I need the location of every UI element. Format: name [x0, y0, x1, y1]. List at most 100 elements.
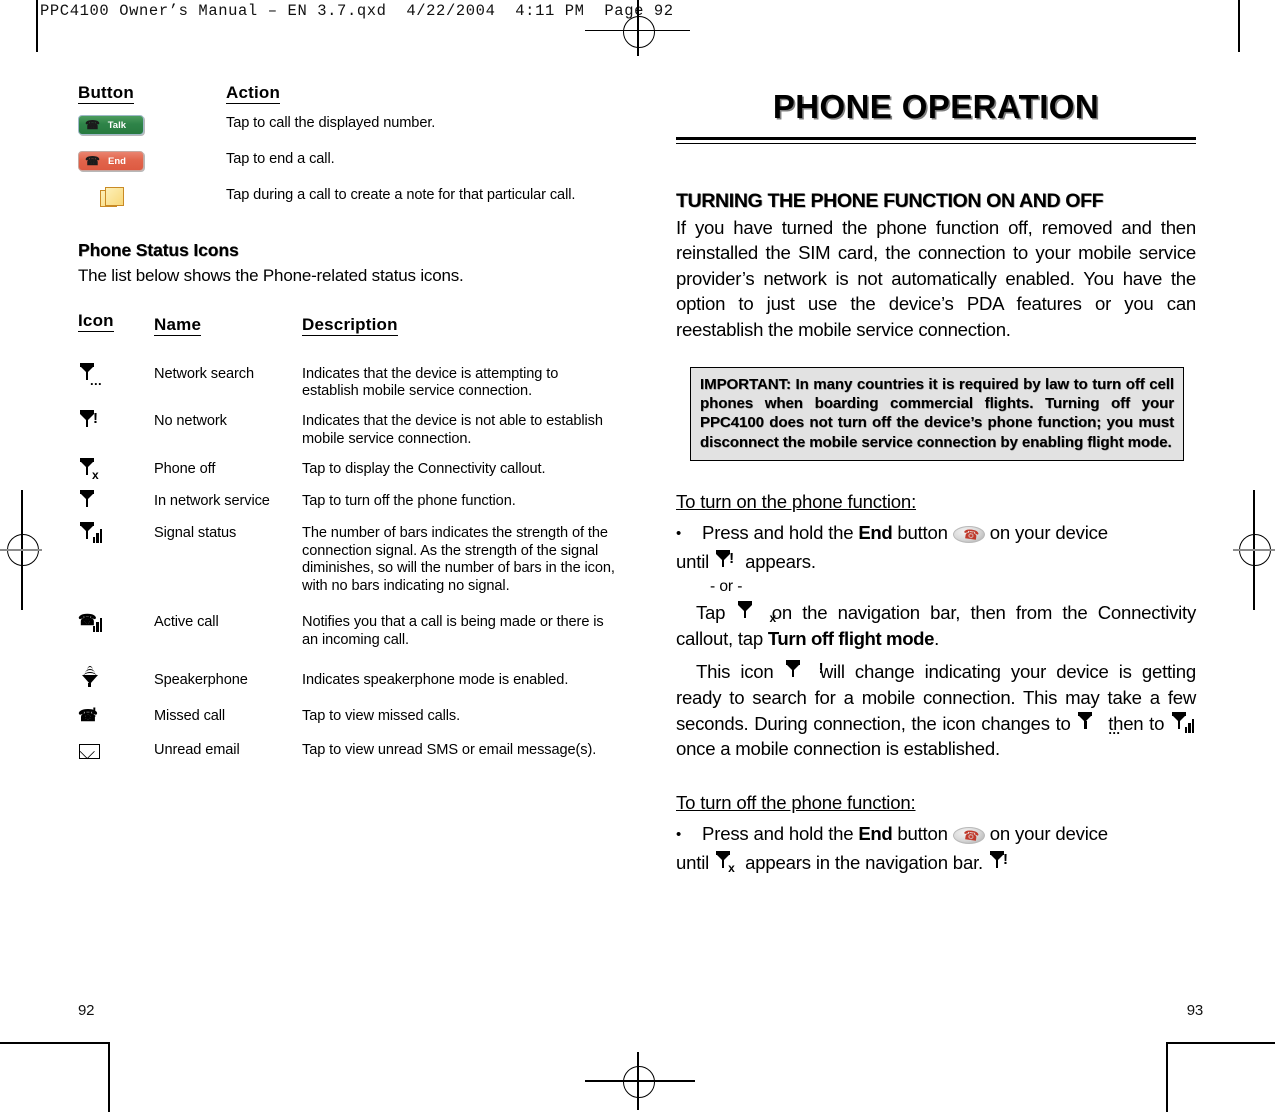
- turn-on-result-pre: This icon: [696, 661, 774, 683]
- turn-off-bullet-pre: Press and hold the: [702, 822, 854, 844]
- antenna-dots-icon: ...: [78, 362, 104, 387]
- talk-button-icon[interactable]: ☎ Talk: [78, 114, 144, 135]
- unread-email-icon: [78, 740, 104, 764]
- talk-action-text: Tap to call the displayed number.: [226, 114, 436, 131]
- phone-status-icons-lead: The list below shows the Phone-related s…: [78, 265, 464, 285]
- table-row: ☎ ! Missed call Tap to view missed calls…: [78, 692, 618, 728]
- turn-on-bullet: • Press and hold the End button on your d…: [676, 519, 1196, 548]
- turn-on-heading: To turn on the phone function:: [676, 491, 917, 513]
- handset-icon: ☎: [85, 153, 100, 168]
- end-key-icon: [952, 826, 985, 844]
- phone-status-icons-heading: Phone Status Icons: [78, 239, 239, 260]
- status-icon-name: No network: [154, 413, 227, 430]
- turn-on-result-paragraph: This icon ! will change indicating your …: [676, 659, 1196, 761]
- missed-call-icon: ☎ !: [78, 703, 98, 725]
- status-icon-description: Indicates that the device is attempting …: [302, 365, 559, 400]
- note-icon[interactable]: [100, 186, 124, 209]
- status-icon-name: Phone off: [154, 460, 216, 477]
- antenna-x-icon: x: [736, 600, 776, 624]
- antenna-exclamation-icon: !: [988, 850, 1014, 874]
- antenna-exclamation-icon: !: [714, 549, 740, 573]
- end-button-label: End: [108, 155, 126, 167]
- table-row: ... Network search Indicates that the de…: [78, 354, 618, 402]
- status-icon-description: Indicates that the device is not able to…: [302, 413, 603, 448]
- turn-on-result-end: once a mobile connection is established.: [676, 738, 1000, 760]
- button-action-table: Button Action ☎ Talk Tap to call the dis…: [78, 84, 618, 214]
- status-icon-description: Indicates speakerphone mode is enabled.: [302, 671, 569, 688]
- turn-on-until-post: appears.: [745, 551, 816, 573]
- important-note-box: IMPORTANT: In many countries it is requi…: [690, 366, 1184, 462]
- page-spread: Button Action ☎ Talk Tap to call the dis…: [0, 0, 1275, 1112]
- button-table-header-row: Button Action: [78, 84, 618, 104]
- important-note-text: IMPORTANT: In many countries it is requi…: [700, 375, 1174, 451]
- description-column-header: Description: [302, 314, 398, 336]
- table-row: x Phone off Tap to display the Connectiv…: [78, 449, 618, 481]
- end-key-icon: [952, 526, 985, 544]
- status-icon-name: Speakerphone: [154, 671, 248, 688]
- status-icon-name: Active call: [154, 614, 219, 631]
- status-icon-description: Notifies you that a call is being made o…: [302, 614, 604, 648]
- turn-off-until-line: until x appears in the navigation bar. !: [676, 849, 1196, 877]
- antenna-icon: [78, 489, 104, 513]
- status-icon-description: Tap to view unread SMS or email message(…: [302, 741, 597, 758]
- chapter-title: PHONE OPERATION: [772, 88, 1100, 125]
- turn-off-until-post: appears in the navigation bar.: [745, 851, 984, 873]
- turn-off-heading: To turn off the phone function:: [676, 791, 916, 813]
- turn-on-alt-paragraph: Tap x on the navigation bar, then from t…: [676, 600, 1196, 651]
- status-icon-name: Missed call: [154, 707, 226, 724]
- section-heading: TURNING THE PHONE FUNCTION ON AND OFF: [676, 189, 1104, 212]
- table-row: Signal status The number of bars indicat…: [78, 513, 618, 596]
- turn-on-alt-pre: Tap: [696, 602, 726, 624]
- end-action-text: Tap to end a call.: [226, 150, 335, 167]
- status-icon-description: Tap to display the Connectivity callout.: [302, 460, 546, 477]
- turn-off-bullet-mid: button: [897, 822, 948, 844]
- chapter-title-rule: [676, 137, 1196, 144]
- folio-left: 92: [78, 1002, 95, 1019]
- note-action-text: Tap during a call to create a note for t…: [226, 186, 576, 203]
- antenna-bars-icon: [78, 521, 104, 545]
- turn-on-result-changes-to: changes to: [981, 712, 1071, 734]
- icon-table-header-row: Icon Name Description: [78, 304, 618, 354]
- icon-column-header: Icon: [78, 310, 114, 332]
- name-column-header: Name: [154, 314, 202, 336]
- turn-off-bullet: • Press and hold the End button on your d…: [676, 820, 1196, 849]
- turn-on-bullet-pre: Press and hold the: [702, 522, 854, 544]
- handset-icon: ☎: [85, 117, 100, 132]
- antenna-x-icon: x: [78, 457, 104, 481]
- table-row: ☎ End Tap to end a call.: [78, 140, 618, 176]
- action-column-header: Action: [226, 83, 281, 104]
- turn-on-until-line: until ! appears.: [676, 548, 1196, 576]
- table-row: Tap during a call to create a note for t…: [78, 176, 618, 214]
- status-icon-name: Unread email: [154, 741, 240, 758]
- turn-on-bullet-post: on your device: [989, 522, 1108, 544]
- button-column-header: Button: [78, 83, 134, 104]
- intro-paragraph: If you have turned the phone function of…: [676, 216, 1196, 340]
- status-icon-description: Tap to view missed calls.: [302, 707, 461, 724]
- status-icon-description: The number of bars indicates the strengt…: [302, 524, 615, 595]
- talk-button-label: Talk: [107, 119, 126, 131]
- antenna-bars-icon: [1170, 711, 1196, 735]
- antenna-exclamation-icon: !: [78, 409, 104, 433]
- active-call-icon: ☎: [78, 610, 104, 634]
- status-icon-name: Network search: [154, 365, 254, 382]
- status-icon-name: Signal status: [154, 524, 237, 541]
- table-row: ☎ Talk Tap to call the displayed number.: [78, 104, 618, 140]
- turn-on-bullet-mid: button: [897, 522, 948, 544]
- turn-off-bullet-post: on your device: [989, 822, 1108, 844]
- table-row: ! No network Indicates that the device i…: [78, 401, 618, 449]
- turn-on-until-pre: until: [676, 551, 710, 573]
- antenna-dots-icon: ...: [1076, 711, 1120, 736]
- table-row: Speakerphone Indicates speakerphone mode…: [78, 650, 618, 692]
- table-row: In network service Tap to turn off the p…: [78, 481, 618, 513]
- left-page-column: Button Action ☎ Talk Tap to call the dis…: [78, 84, 618, 764]
- bullet-dot: •: [676, 525, 682, 543]
- antenna-exclamation-icon: !: [784, 659, 824, 683]
- bullet-dot: •: [676, 825, 682, 843]
- end-keyword: End: [858, 822, 893, 844]
- table-row: Unread email Tap to view unread SMS or e…: [78, 728, 618, 764]
- antenna-x-icon: x: [714, 850, 740, 874]
- end-button-icon[interactable]: ☎ End: [78, 150, 144, 171]
- or-separator: - or -: [710, 578, 743, 596]
- status-icon-table: Icon Name Description ... Network search…: [78, 304, 618, 764]
- end-keyword: End: [858, 522, 893, 544]
